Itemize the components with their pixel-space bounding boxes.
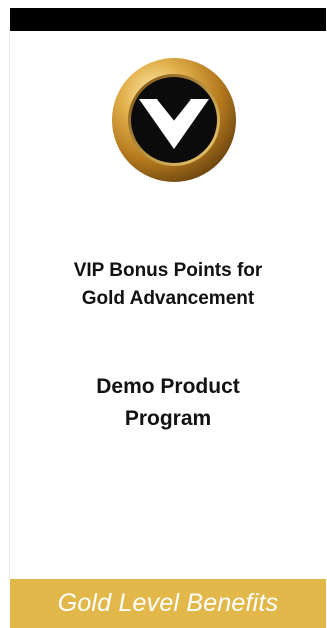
program-line: Demo Product xyxy=(96,375,240,398)
program-title: Demo Product Program xyxy=(10,371,326,435)
page: VIP Bonus Points for Gold Advancement De… xyxy=(0,0,327,628)
gold-level-benefits-banner[interactable]: Gold Level Benefits xyxy=(10,579,326,628)
banner-label: Gold Level Benefits xyxy=(57,589,279,617)
program-line: Program xyxy=(124,407,212,430)
logo xyxy=(111,57,237,183)
page-title: VIP Bonus Points for Gold Advancement xyxy=(10,257,326,313)
title-line: Gold Advancement xyxy=(81,288,255,309)
title-line: VIP Bonus Points for xyxy=(73,260,263,281)
header-bar xyxy=(10,8,326,31)
gold-v-medallion-icon xyxy=(112,58,236,182)
